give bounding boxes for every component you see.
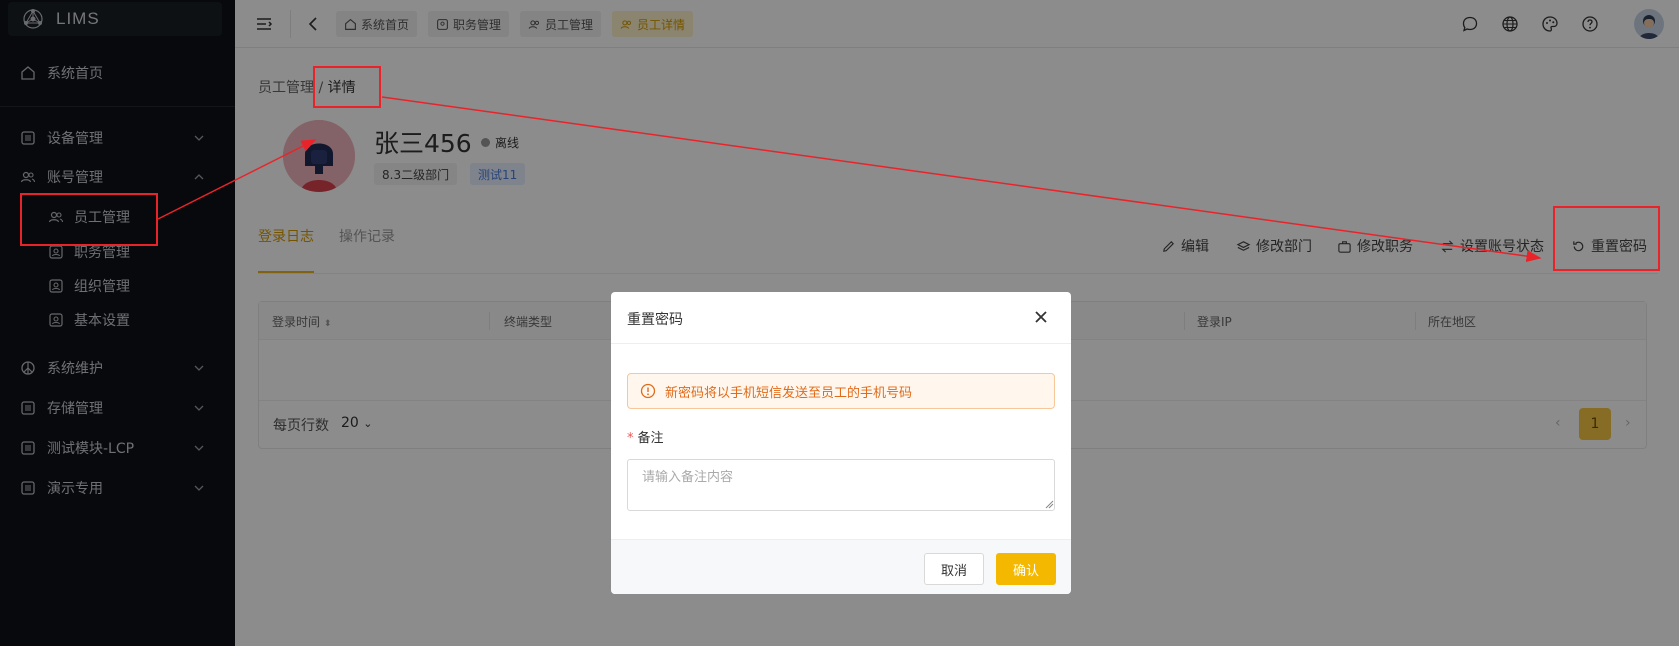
required-mark: * <box>627 431 634 446</box>
warning-alert: 新密码将以手机短信发送至员工的手机号码 <box>627 373 1055 409</box>
confirm-button[interactable]: 确认 <box>996 553 1056 585</box>
dialog-footer: 取消 确认 <box>611 539 1071 594</box>
remark-label: * 备注 <box>627 427 664 446</box>
annotation-box-employees <box>20 193 158 246</box>
remark-textarea[interactable] <box>627 459 1055 511</box>
close-icon[interactable] <box>1033 309 1049 325</box>
reset-password-dialog: 重置密码 新密码将以手机短信发送至员工的手机号码 *备注 取消 确认 <box>611 292 1071 594</box>
dialog-header: 重置密码 <box>611 292 1071 344</box>
resize-grip-icon[interactable] <box>1045 500 1054 509</box>
cancel-button[interactable]: 取消 <box>924 553 984 585</box>
annotation-box-reset-password <box>1553 206 1660 271</box>
annotation-box-breadcrumb <box>313 66 381 108</box>
info-icon <box>640 383 656 399</box>
alert-text: 新密码将以手机短信发送至员工的手机号码 <box>665 385 913 401</box>
dialog-title: 重置密码 <box>627 312 683 328</box>
remark-label-text: 备注 <box>637 431 664 446</box>
